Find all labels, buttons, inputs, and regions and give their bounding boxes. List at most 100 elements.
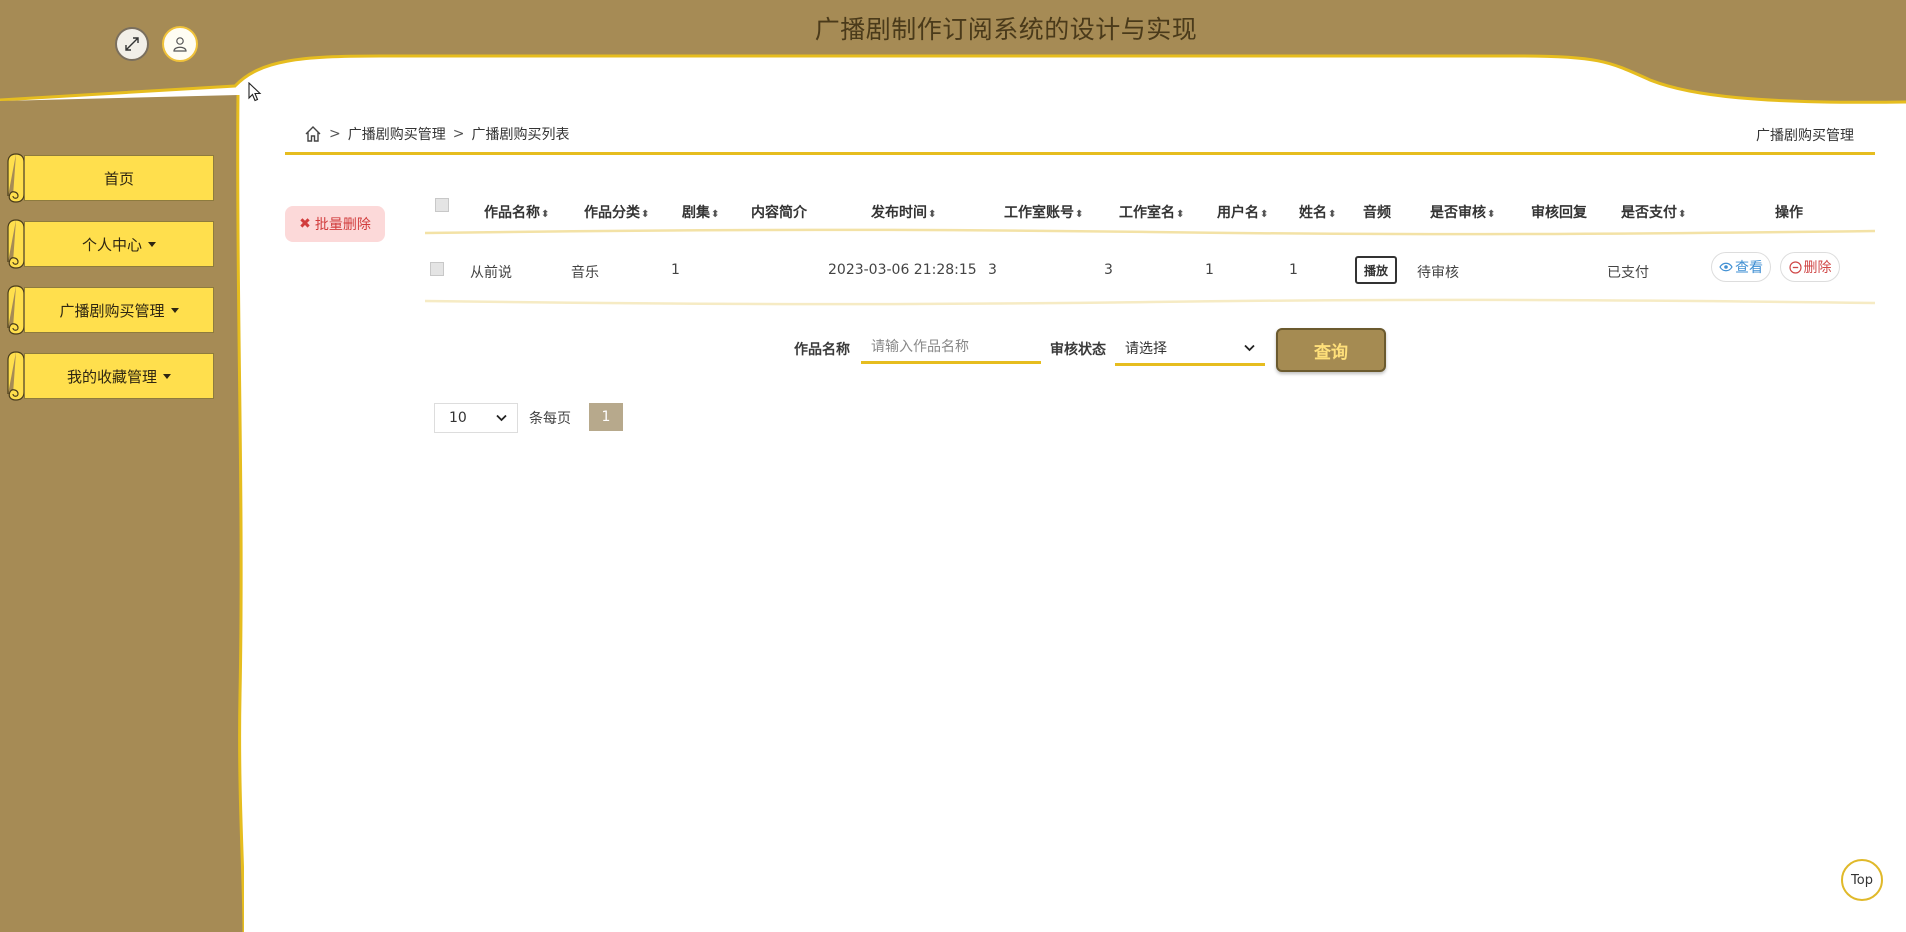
page-size-select[interactable]: 10: [434, 403, 518, 433]
column-header-label: 工作室名: [1119, 205, 1175, 221]
column-header-actions: 操作: [1775, 202, 1803, 222]
column-header-studio-name[interactable]: 工作室名⬍: [1119, 202, 1184, 222]
select-all-checkbox[interactable]: [435, 198, 449, 212]
expand-icon-glyph: [125, 37, 139, 51]
scroll-icon: [7, 153, 25, 203]
column-header-label: 是否支付: [1621, 205, 1677, 221]
column-header-audio: 音频: [1363, 202, 1391, 222]
column-header-payment-status[interactable]: 是否支付⬍: [1621, 202, 1686, 222]
sort-arrows-icon: ⬍: [1260, 209, 1269, 220]
home-icon[interactable]: [304, 125, 322, 143]
search-status-label: 审核状态: [1050, 342, 1106, 358]
view-button[interactable]: 查看: [1711, 252, 1771, 282]
per-page-label: 条每页: [529, 411, 571, 427]
sort-arrows-icon: ⬍: [711, 209, 720, 220]
column-header-label: 操作: [1775, 205, 1803, 221]
cell-review-status: 待审核: [1417, 265, 1459, 281]
page-size-value: 10: [449, 410, 467, 426]
cell-payment-status: 已支付: [1607, 265, 1649, 281]
column-header-label: 是否审核: [1430, 205, 1486, 221]
sort-arrows-icon: ⬍: [1328, 209, 1337, 220]
sidebar-item-label: 我的收藏管理: [66, 367, 157, 386]
page-label: 广播剧购买管理: [1756, 128, 1854, 144]
sidebar-item-home[interactable]: 首页: [0, 153, 214, 203]
sidebar-item-label-box[interactable]: 广播剧购买管理: [24, 287, 214, 333]
column-header-category[interactable]: 作品分类⬍: [584, 202, 649, 222]
chevron-down-icon: [496, 414, 507, 422]
column-header-label: 剧集: [682, 205, 710, 221]
sidebar-item-label: 广播剧购买管理: [59, 301, 165, 320]
expand-arrows-icon[interactable]: [115, 27, 149, 61]
scroll-icon: [7, 219, 25, 269]
column-header-username[interactable]: 用户名⬍: [1217, 202, 1268, 222]
query-button[interactable]: 查询: [1276, 328, 1386, 372]
sidebar-item-favorites-management[interactable]: 我的收藏管理: [0, 351, 214, 401]
search-name-label: 作品名称: [794, 342, 850, 358]
column-header-label: 作品名称: [484, 205, 540, 221]
column-header-label: 工作室账号: [1004, 205, 1074, 221]
breadcrumb-level1[interactable]: 广播剧购买管理: [348, 124, 446, 144]
sidebar-item-label-box[interactable]: 首页: [24, 155, 214, 201]
column-header-label: 作品分类: [584, 205, 640, 221]
sort-arrows-icon: ⬍: [541, 209, 550, 220]
mouse-cursor-icon: [248, 82, 262, 102]
sidebar-item-personal-center[interactable]: 个人中心: [0, 219, 214, 269]
breadcrumb: > 广播剧购买管理 > 广播剧购买列表: [304, 124, 569, 144]
sidebar-item-label-box[interactable]: 个人中心: [24, 221, 214, 267]
batch-delete-button[interactable]: ✖ 批量删除: [285, 206, 385, 242]
user-icon[interactable]: [162, 26, 198, 62]
cell-publish-time: 2023-03-06 21:28:15: [828, 262, 977, 278]
cell-studio-account: 3: [988, 262, 997, 278]
cell-category: 音乐: [571, 265, 599, 281]
sort-arrows-icon: ⬍: [641, 209, 650, 220]
breadcrumb-level2: 广播剧购买列表: [471, 127, 570, 143]
header-divider: [285, 152, 1875, 155]
cell-username: 1: [1205, 262, 1214, 278]
review-status-select[interactable]: 请选择: [1115, 332, 1265, 366]
cell-episodes: 1: [671, 262, 680, 278]
row-divider: [425, 298, 1875, 306]
user-icon-glyph: [173, 37, 187, 52]
delete-label: 删除: [1803, 260, 1832, 276]
caret-down-icon: [170, 307, 179, 313]
column-header-episodes[interactable]: 剧集⬍: [682, 202, 719, 222]
column-header-name[interactable]: 姓名⬍: [1299, 202, 1336, 222]
caret-down-icon: [148, 241, 156, 247]
sidebar-item-label-box[interactable]: 我的收藏管理: [24, 353, 214, 399]
review-status-selected: 请选择: [1125, 340, 1167, 357]
sidebar-item-label: 个人中心: [81, 235, 142, 254]
scroll-icon: [7, 285, 25, 335]
view-label: 查看: [1735, 260, 1763, 276]
column-header-label: 发布时间: [871, 205, 927, 221]
row-checkbox[interactable]: [430, 262, 444, 276]
back-to-top-button[interactable]: Top: [1841, 859, 1883, 901]
column-header-review-reply: 审核回复: [1531, 202, 1587, 222]
app-title: 广播剧制作订阅系统的设计与实现: [814, 15, 1198, 44]
sort-arrows-icon: ⬍: [1487, 209, 1496, 220]
column-header-label: 姓名: [1299, 205, 1327, 221]
play-audio-button[interactable]: 播放: [1355, 256, 1397, 284]
column-header-studio-account[interactable]: 工作室账号⬍: [1004, 202, 1083, 222]
column-header-label: 内容简介: [751, 205, 807, 221]
sidebar-item-purchase-management[interactable]: 广播剧购买管理: [0, 285, 214, 335]
column-header-work-name[interactable]: 作品名称⬍: [484, 202, 549, 222]
scroll-icon: [7, 351, 25, 401]
cell-studio-name: 3: [1104, 262, 1113, 278]
sort-arrows-icon: ⬍: [1678, 209, 1687, 220]
search-name-input[interactable]: [861, 332, 1041, 364]
column-header-publish-time[interactable]: 发布时间⬍: [871, 202, 936, 222]
caret-down-icon: [163, 373, 171, 379]
delete-button[interactable]: 删除: [1780, 252, 1840, 282]
chevron-down-icon: [1244, 344, 1255, 351]
sort-arrows-icon: ⬍: [1075, 209, 1084, 220]
sidebar-item-label: 首页: [103, 169, 134, 188]
column-header-review-status[interactable]: 是否审核⬍: [1430, 202, 1495, 222]
sort-arrows-icon: ⬍: [928, 209, 937, 220]
x-icon: ✖: [299, 216, 311, 232]
eye-icon: [1719, 262, 1733, 272]
column-header-summary: 内容简介: [751, 202, 807, 222]
breadcrumb-separator: >: [452, 126, 465, 142]
page-number-button[interactable]: 1: [589, 403, 623, 431]
column-header-label: 用户名: [1217, 205, 1259, 221]
batch-delete-label: 批量删除: [314, 217, 371, 233]
